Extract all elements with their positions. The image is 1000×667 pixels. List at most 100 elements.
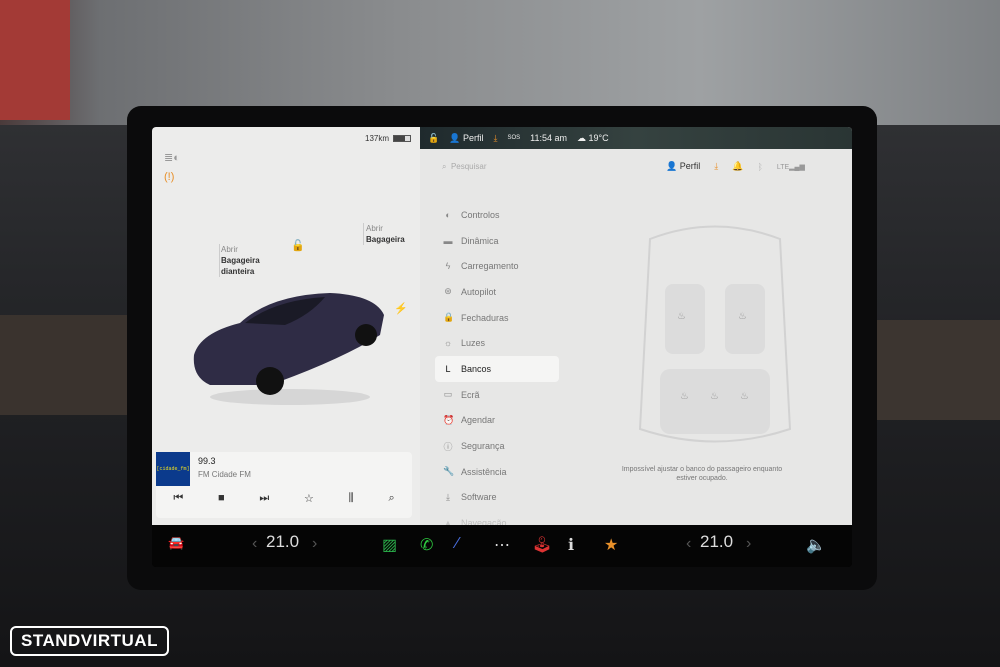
unlock-icon[interactable]: 🔓 xyxy=(291,239,305,252)
headlights-icon[interactable]: ≣◐ xyxy=(164,151,180,164)
seat-diagram: ♨ ♨ ♨ ♨ ♨ xyxy=(638,225,792,443)
settings-nav: ◐ Controlos ▬ Dinâmica ϟ Carregamento ⊛ Auto… xyxy=(435,202,559,536)
passenger-temp-down[interactable]: ‹ xyxy=(686,535,691,553)
background-object xyxy=(0,0,70,120)
range-indicator: 137km xyxy=(365,134,412,143)
car-panel: 137km ≣◐ (!) Abrir Bagageira dianteira 🔓 … xyxy=(152,127,420,525)
driver-temp-up[interactable]: › xyxy=(312,535,317,553)
search-input[interactable]: ⌕ Pesquisar xyxy=(442,162,487,172)
front-trunk-label: Bagageira dianteira xyxy=(221,256,260,276)
nav-dinamica[interactable]: ▬ Dinâmica xyxy=(435,228,559,254)
shield-icon: ⓘ xyxy=(443,441,453,452)
passenger-temp-up[interactable]: › xyxy=(746,535,751,553)
volume-icon[interactable]: 🔈 xyxy=(806,535,826,555)
more-icon[interactable]: ⋯ xyxy=(494,535,510,555)
nav-label: Carregamento xyxy=(461,261,519,272)
nav-bancos[interactable]: L Bancos xyxy=(435,356,559,382)
energy-app-icon[interactable]: ▨ xyxy=(382,535,397,555)
nav-label: Autopilot xyxy=(461,286,497,297)
nav-controlos[interactable]: ◐ Controlos xyxy=(435,202,559,228)
frequency: 99.3 xyxy=(198,456,216,466)
nav-ecra[interactable]: ▭ Ecrã xyxy=(435,382,559,408)
watermark-logo: STANDVIRTUAL xyxy=(10,626,169,656)
nav-label: Controlos xyxy=(461,209,500,220)
weather: ☁ 19°C xyxy=(576,132,609,143)
driver-temp-down[interactable]: ‹ xyxy=(252,535,257,553)
driver-temp[interactable]: 21.0 xyxy=(266,532,299,552)
car-icon: ▬ xyxy=(443,235,453,246)
phone-icon[interactable]: ✆ xyxy=(420,535,433,555)
nav-label: Software xyxy=(461,492,497,503)
arcade-icon[interactable]: 🕹 xyxy=(532,535,552,555)
nav-agendar[interactable]: ⏰ Agendar xyxy=(435,408,559,434)
wood-trim-right xyxy=(875,320,1000,420)
svg-text:♨: ♨ xyxy=(738,311,747,322)
lock-status-icon[interactable]: 🔓 xyxy=(428,133,439,144)
bottom-bar: 🚘 ‹ 21.0 › ▨ ✆ ⁄ ⋯ 🕹 ℹ ★ ‹ 21.0 › 🔈 xyxy=(152,525,852,567)
alarm-icon: ⏰ xyxy=(443,414,455,425)
station-name: FM Cidade FM xyxy=(198,470,251,479)
trunk-button[interactable]: Abrir Bagageira xyxy=(363,223,405,245)
seat-icon: L xyxy=(445,363,451,374)
svg-text:♨: ♨ xyxy=(710,391,719,402)
stop-icon[interactable]: ■ xyxy=(218,492,225,505)
steering-wheel-icon: ⊛ xyxy=(444,286,452,297)
seat-message: Impossível ajustar o banco do passageiro… xyxy=(621,466,783,482)
lock-icon: 🔒 xyxy=(443,312,455,323)
nav-label: Agendar xyxy=(461,415,496,426)
status-bar: 🔓 👤 Perfil ⤓ SOS 11:54 am ☁ 19°C xyxy=(420,127,852,149)
settings-header: 👤 Perfil ⤓ 🔔 ᛒ LTE▂▄▆ xyxy=(666,161,805,172)
search-icon[interactable]: ⌕ xyxy=(388,492,394,505)
signal-icon: LTE▂▄▆ xyxy=(776,163,805,171)
nav-carregamento[interactable]: ϟ Carregamento xyxy=(435,253,559,279)
nav-seguranca[interactable]: ⓘ Segurança xyxy=(435,433,559,459)
car-image xyxy=(193,293,384,405)
download-icon: ⤓ xyxy=(446,491,450,502)
nav-autopilot[interactable]: ⊛ Autopilot xyxy=(435,279,559,305)
equalizer-icon[interactable]: ⫼ xyxy=(349,492,354,505)
sos-icon[interactable]: SOS xyxy=(507,135,520,141)
nav-label: Segurança xyxy=(461,441,505,452)
passenger-temp[interactable]: 21.0 xyxy=(700,532,733,552)
bell-icon[interactable]: 🔔 xyxy=(732,161,743,172)
nav-label: Ecrã xyxy=(461,389,480,400)
next-icon[interactable]: ⏭ xyxy=(259,492,269,505)
nav-label: Luzes xyxy=(461,338,486,349)
svg-text:♨: ♨ xyxy=(680,391,689,402)
car-icon[interactable]: 🚘 xyxy=(168,535,184,551)
svg-text:♨: ♨ xyxy=(677,311,686,322)
wrench-icon: 🔧 xyxy=(443,466,455,477)
battery-icon xyxy=(393,135,412,142)
media-player: [cidade_fm] 99.3 FM Cidade FM ⏮ ■ ⏭ ☆ ⫼ ⌕ xyxy=(156,452,412,518)
profile-text: Perfil xyxy=(462,132,484,143)
profile-status[interactable]: 👤 Perfil xyxy=(449,133,483,144)
charge-port-icon[interactable]: ⚡ xyxy=(394,302,408,315)
front-trunk-action: Abrir xyxy=(221,245,238,254)
tire-pressure-icon[interactable]: (!) xyxy=(164,171,174,183)
previous-icon[interactable]: ⏮ xyxy=(173,492,183,505)
outside-temp: 19°C xyxy=(588,132,609,143)
station-logo: [cidade_fm] xyxy=(156,452,190,486)
nav-software[interactable]: ⤓ Software xyxy=(435,485,559,511)
bluetooth-icon[interactable]: ᛒ xyxy=(757,162,762,172)
search-placeholder: Pesquisar xyxy=(450,162,487,171)
trunk-action: Abrir xyxy=(366,224,383,233)
navigation-app-icon[interactable]: ⁄ xyxy=(456,535,459,553)
bolt-icon: ϟ xyxy=(445,261,451,272)
download-icon[interactable]: ⤓ xyxy=(714,161,718,172)
favorite-star-icon[interactable]: ☆ xyxy=(304,492,314,505)
nav-fechaduras[interactable]: 🔒 Fechaduras xyxy=(435,305,559,331)
profile-button[interactable]: 👤 Perfil xyxy=(666,161,700,172)
nav-luzes[interactable]: ☼ Luzes xyxy=(435,330,559,356)
clock: 11:54 am xyxy=(530,133,567,143)
range-text: 137km xyxy=(365,134,390,143)
nav-label: Assistência xyxy=(461,466,507,477)
toybox-icon[interactable]: ★ xyxy=(604,535,618,555)
nav-assistencia[interactable]: 🔧 Assistência xyxy=(435,459,559,485)
manual-icon[interactable]: ℹ xyxy=(568,535,574,555)
profile-label: Perfil xyxy=(679,161,701,171)
front-trunk-button[interactable]: Abrir Bagageira dianteira xyxy=(219,244,271,277)
nav-label: Dinâmica xyxy=(461,235,499,246)
download-icon[interactable]: ⤓ xyxy=(493,133,497,144)
sun-icon: ☼ xyxy=(443,338,453,349)
